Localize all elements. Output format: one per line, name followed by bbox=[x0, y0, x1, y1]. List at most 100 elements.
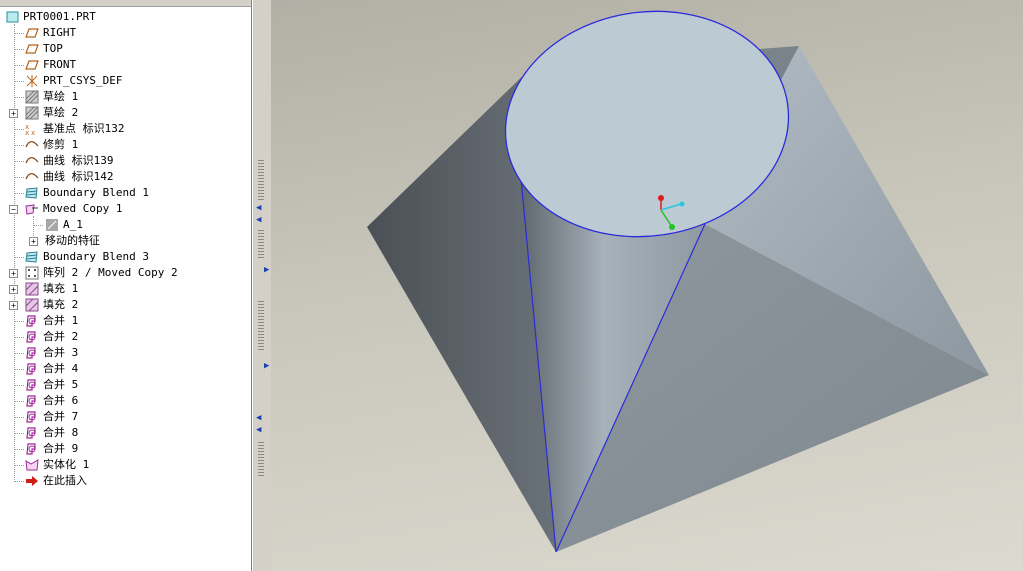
tree-item-label: Boundary Blend 1 bbox=[43, 186, 149, 199]
tree-item[interactable]: + 填充 2 bbox=[0, 297, 250, 313]
curve-icon bbox=[25, 156, 39, 164]
tree-item[interactable]: + 草绘 2 bbox=[0, 105, 250, 121]
tree-item[interactable]: Boundary Blend 1 bbox=[0, 185, 250, 201]
tree-item[interactable]: + 阵列 2 / Moved Copy 2 bbox=[0, 265, 250, 281]
tree-guide-line bbox=[15, 433, 24, 434]
tree-item-label: 合并 3 bbox=[43, 346, 79, 359]
tree-item[interactable]: + 填充 1 bbox=[0, 281, 250, 297]
merge-icon bbox=[26, 315, 36, 327]
tree-guide-line bbox=[15, 257, 24, 258]
tree-item-label: 基准点 标识132 bbox=[43, 122, 125, 135]
graphics-viewport[interactable] bbox=[271, 0, 1023, 571]
datum-plane-icon bbox=[25, 60, 39, 70]
tree-item[interactable]: 合并 4 bbox=[0, 361, 250, 377]
tree-item[interactable]: 合并 7 bbox=[0, 409, 250, 425]
splitter-grip[interactable] bbox=[258, 160, 264, 200]
surface-thumb-icon bbox=[46, 219, 58, 231]
tree-item[interactable]: PRT_CSYS_DEF bbox=[0, 73, 250, 89]
svg-text:x: x bbox=[31, 129, 35, 136]
pattern-icon bbox=[25, 266, 39, 280]
tree-item[interactable]: 合并 3 bbox=[0, 345, 250, 361]
tree-item-label: 曲线 标识139 bbox=[43, 154, 114, 167]
tree-item[interactable]: RIGHT bbox=[0, 25, 250, 41]
tree-guide-line bbox=[15, 321, 24, 322]
tree-guide-line bbox=[34, 225, 43, 226]
fill-icon bbox=[25, 282, 39, 296]
merge-icon bbox=[26, 427, 36, 439]
tree-item-label: 合并 5 bbox=[43, 378, 79, 391]
tree-item[interactable]: 合并 8 bbox=[0, 425, 250, 441]
tree-item[interactable]: + 移动的特征 bbox=[0, 233, 250, 249]
model-3d-view[interactable] bbox=[271, 0, 1023, 571]
collapse-arrow-icon[interactable]: ◀ bbox=[256, 426, 261, 435]
tree-item-label: 合并 2 bbox=[43, 330, 79, 343]
tree-guide-line bbox=[15, 449, 24, 450]
expand-toggle-icon[interactable]: + bbox=[9, 301, 18, 310]
tree-item-label: 合并 9 bbox=[43, 442, 79, 455]
tree-item-label: 合并 6 bbox=[43, 394, 79, 407]
tree-item-label: 实体化 1 bbox=[43, 458, 90, 471]
tree-item[interactable]: 合并 9 bbox=[0, 441, 250, 457]
tree-item[interactable]: x x x 基准点 标识132 bbox=[0, 121, 250, 137]
expand-toggle-icon[interactable]: + bbox=[9, 109, 18, 118]
tree-item[interactable]: − Moved Copy 1 bbox=[0, 201, 250, 217]
collapse-arrow-icon[interactable]: ◀ bbox=[256, 204, 261, 213]
tree-guide-line bbox=[15, 129, 24, 130]
tree-guide-line bbox=[15, 97, 24, 98]
tree-item-label: TOP bbox=[43, 42, 63, 55]
tree-item[interactable]: A_1 bbox=[0, 217, 250, 233]
tree-item[interactable]: TOP bbox=[0, 41, 250, 57]
tree-item[interactable]: 草绘 1 bbox=[0, 89, 250, 105]
tree-item[interactable]: Boundary Blend 3 bbox=[0, 249, 250, 265]
tree-item-label: 在此插入 bbox=[43, 474, 87, 487]
tree-item[interactable]: 在此插入 bbox=[0, 473, 250, 489]
tree-item-label: 合并 1 bbox=[43, 314, 79, 327]
merge-icon bbox=[26, 379, 36, 391]
splitter-grip[interactable] bbox=[258, 300, 264, 350]
tree-item-label: A_1 bbox=[63, 218, 83, 231]
splitter-grip[interactable] bbox=[258, 440, 264, 476]
tree-item-label: 合并 8 bbox=[43, 426, 79, 439]
tree-guide-line bbox=[15, 161, 24, 162]
splitter-grip[interactable] bbox=[258, 228, 264, 258]
curve-icon bbox=[25, 140, 39, 148]
tree-guide-line bbox=[15, 369, 24, 370]
tree-item[interactable]: 实体化 1 bbox=[0, 457, 250, 473]
tree-item-label: Moved Copy 1 bbox=[43, 202, 123, 215]
tree-guide-line bbox=[15, 177, 24, 178]
tree-guide-line bbox=[15, 65, 24, 66]
tree-item[interactable]: 合并 5 bbox=[0, 377, 250, 393]
tree-item-label: 阵列 2 / Moved Copy 2 bbox=[43, 266, 178, 279]
expand-arrow-icon[interactable]: ▶ bbox=[264, 362, 269, 371]
tree-root-label: PRT0001.PRT bbox=[23, 10, 96, 23]
curve-icon bbox=[25, 172, 39, 180]
expand-arrow-icon[interactable]: ▶ bbox=[264, 266, 269, 275]
part-icon bbox=[6, 11, 19, 23]
expand-toggle-icon[interactable]: + bbox=[9, 285, 18, 294]
tree-item-label: FRONT bbox=[43, 58, 77, 71]
collapse-toggle-icon[interactable]: − bbox=[9, 205, 18, 214]
tree-root-item[interactable]: PRT0001.PRT bbox=[0, 9, 250, 25]
tree-item[interactable]: 曲线 标识142 bbox=[0, 169, 250, 185]
tree-item-label: 合并 4 bbox=[43, 362, 79, 375]
merge-icon bbox=[26, 331, 36, 343]
collapse-arrow-icon[interactable]: ◀ bbox=[256, 414, 261, 423]
tree-item-label: 合并 7 bbox=[43, 410, 79, 423]
tree-guide-line bbox=[15, 481, 24, 482]
tree-item[interactable]: 曲线 标识139 bbox=[0, 153, 250, 169]
boundary-blend-icon bbox=[25, 187, 38, 199]
tree-item[interactable]: FRONT bbox=[0, 57, 250, 73]
expand-toggle-icon[interactable]: + bbox=[29, 237, 38, 246]
collapse-arrow-icon[interactable]: ◀ bbox=[256, 216, 261, 225]
tree-guide-line bbox=[15, 33, 24, 34]
tree-item-label: PRT_CSYS_DEF bbox=[43, 74, 123, 87]
tree-item[interactable]: 合并 2 bbox=[0, 329, 250, 345]
tree-item[interactable]: 合并 6 bbox=[0, 393, 250, 409]
tree-item[interactable]: 合并 1 bbox=[0, 313, 250, 329]
expand-toggle-icon[interactable]: + bbox=[9, 269, 18, 278]
tree-item-label: 草绘 2 bbox=[43, 106, 79, 119]
pane-splitter[interactable]: ◀ ◀ ▶ ▶ ◀ ◀ bbox=[252, 0, 271, 571]
tree-item[interactable]: 修剪 1 bbox=[0, 137, 250, 153]
tree-item-label: 草绘 1 bbox=[43, 90, 79, 103]
tree-item-label: 填充 1 bbox=[43, 282, 79, 295]
